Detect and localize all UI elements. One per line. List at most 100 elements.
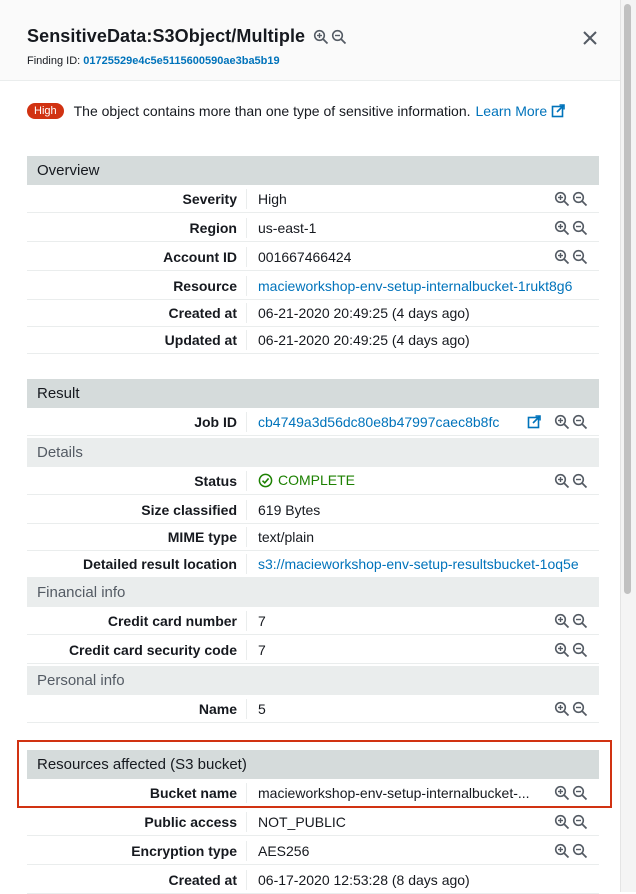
row-label: MIME type xyxy=(167,529,237,545)
result-row-name: Name 5 xyxy=(27,695,599,723)
row-filter-controls xyxy=(554,642,588,658)
row-value: 06-21-2020 20:49:25 (4 days ago) xyxy=(258,305,470,321)
row-filter-controls xyxy=(554,473,588,489)
row-filter-controls xyxy=(554,414,588,430)
zoom-out-icon[interactable] xyxy=(572,249,588,265)
zoom-in-icon[interactable] xyxy=(554,220,570,236)
row-value: 7 xyxy=(258,642,266,658)
zoom-out-icon[interactable] xyxy=(572,414,588,430)
row-label: Detailed result location xyxy=(82,556,237,572)
finding-id-label: Finding ID: xyxy=(27,55,81,67)
zoom-in-icon[interactable] xyxy=(554,642,570,658)
zoom-out-icon[interactable] xyxy=(572,191,588,207)
overview-row-resource: Resource macieworkshop-env-setup-interna… xyxy=(27,272,599,300)
overview-row-created-at: Created at 06-21-2020 20:49:25 (4 days a… xyxy=(27,299,599,327)
row-filter-controls xyxy=(554,191,588,207)
severity-alert: High The object contains more than one t… xyxy=(27,103,565,119)
learn-more-label: Learn More xyxy=(475,103,548,119)
finding-id-link[interactable]: 01725529e4c5e5115600590ae3ba5b19 xyxy=(83,55,279,67)
overview-row-account-id: Account ID 001667466424 xyxy=(27,243,599,271)
zoom-in-icon[interactable] xyxy=(554,701,570,717)
result-row-mime: MIME type text/plain xyxy=(27,523,599,551)
row-value: 619 Bytes xyxy=(258,502,321,518)
status-value: COMPLETE xyxy=(258,472,355,488)
zoom-in-icon[interactable] xyxy=(554,473,570,489)
financial-info-subsection-header: Financial info xyxy=(27,578,599,607)
row-label: Public access xyxy=(144,814,237,830)
details-subsection-header: Details xyxy=(27,438,599,467)
scrollbar-thumb[interactable] xyxy=(624,4,631,594)
zoom-in-icon[interactable] xyxy=(554,814,570,830)
row-filter-controls xyxy=(554,701,588,717)
finding-title: SensitiveData:S3Object/Multiple xyxy=(27,26,306,46)
zoom-out-icon[interactable] xyxy=(572,220,588,236)
result-row-job-id: Job ID cb4749a3d56dc80e8b47997caec8b8fc xyxy=(27,408,599,436)
row-label: Name xyxy=(198,701,237,717)
result-row-status: Status COMPLETE xyxy=(27,467,599,495)
result-section-header: Result xyxy=(27,379,599,408)
zoom-out-icon[interactable] xyxy=(572,473,588,489)
result-row-credit-card: Credit card number 7 xyxy=(27,607,599,635)
zoom-in-icon[interactable] xyxy=(554,414,570,430)
overview-row-region: Region us-east-1 xyxy=(27,214,599,242)
zoom-in-icon[interactable] xyxy=(554,613,570,629)
row-value: 7 xyxy=(258,613,266,629)
row-filter-controls xyxy=(554,249,588,265)
row-value: High xyxy=(258,191,287,207)
row-label: Credit card number xyxy=(107,613,237,629)
highlight-box xyxy=(17,740,612,808)
status-text: COMPLETE xyxy=(278,472,356,488)
overview-row-severity: Severity High xyxy=(27,185,599,213)
result-row-size: Size classified 619 Bytes xyxy=(27,496,599,524)
zoom-out-icon[interactable] xyxy=(572,701,588,717)
zoom-in-icon[interactable] xyxy=(554,249,570,265)
title-filter-controls xyxy=(313,29,347,45)
row-label: Created at xyxy=(168,305,237,321)
row-value: us-east-1 xyxy=(258,220,317,236)
learn-more-link[interactable]: Learn More xyxy=(476,103,566,119)
resources-row-created-at: Created at 06-17-2020 12:53:28 (8 days a… xyxy=(27,866,599,894)
finding-details-panel: SensitiveData:S3Object/Multiple Finding … xyxy=(0,0,636,894)
result-row-credit-card-security: Credit card security code 7 xyxy=(27,636,599,664)
row-label: Region xyxy=(189,220,237,236)
overview-row-updated-at: Updated at 06-21-2020 20:49:25 (4 days a… xyxy=(27,326,599,354)
row-label: Job ID xyxy=(194,414,237,430)
resource-link[interactable]: macieworkshop-env-setup-internalbucket-1… xyxy=(258,278,599,294)
check-circle-icon xyxy=(258,473,273,488)
external-link-icon[interactable] xyxy=(527,415,541,432)
row-filter-controls xyxy=(554,613,588,629)
row-value: 5 xyxy=(258,701,266,717)
row-label: Status xyxy=(194,473,237,489)
row-label: Created at xyxy=(168,872,237,888)
zoom-in-icon[interactable] xyxy=(554,191,570,207)
zoom-out-icon[interactable] xyxy=(331,29,347,45)
zoom-out-icon[interactable] xyxy=(572,843,588,859)
row-label: Credit card security code xyxy=(68,642,237,658)
row-label: Account ID xyxy=(163,249,237,265)
row-filter-controls xyxy=(554,843,588,859)
alert-message: The object contains more than one type o… xyxy=(73,103,471,119)
result-row-location: Detailed result location s3://macieworks… xyxy=(27,550,599,578)
row-label: Updated at xyxy=(164,332,237,348)
row-value: 001667466424 xyxy=(258,249,352,265)
close-icon[interactable] xyxy=(580,28,600,48)
zoom-out-icon[interactable] xyxy=(572,642,588,658)
result-location-link[interactable]: s3://macieworkshop-env-setup-resultsbuck… xyxy=(258,556,589,572)
severity-badge: High xyxy=(27,103,64,119)
zoom-out-icon[interactable] xyxy=(572,814,588,830)
external-link-icon xyxy=(551,104,565,118)
job-id-link[interactable]: cb4749a3d56dc80e8b47997caec8b8fc xyxy=(258,414,499,430)
row-label: Encryption type xyxy=(131,843,237,859)
zoom-in-icon[interactable] xyxy=(313,29,329,45)
resources-row-encryption-type: Encryption type AES256 xyxy=(27,837,599,865)
panel-header: SensitiveData:S3Object/Multiple Finding … xyxy=(0,0,620,81)
row-label: Size classified xyxy=(141,502,237,518)
row-value: AES256 xyxy=(258,843,310,859)
zoom-out-icon[interactable] xyxy=(572,613,588,629)
row-value: NOT_PUBLIC xyxy=(258,814,346,830)
finding-id: Finding ID: 01725529e4c5e5115600590ae3ba… xyxy=(27,55,280,67)
zoom-in-icon[interactable] xyxy=(554,843,570,859)
overview-section-header: Overview xyxy=(27,156,599,185)
row-filter-controls xyxy=(554,220,588,236)
personal-info-subsection-header: Personal info xyxy=(27,666,599,695)
